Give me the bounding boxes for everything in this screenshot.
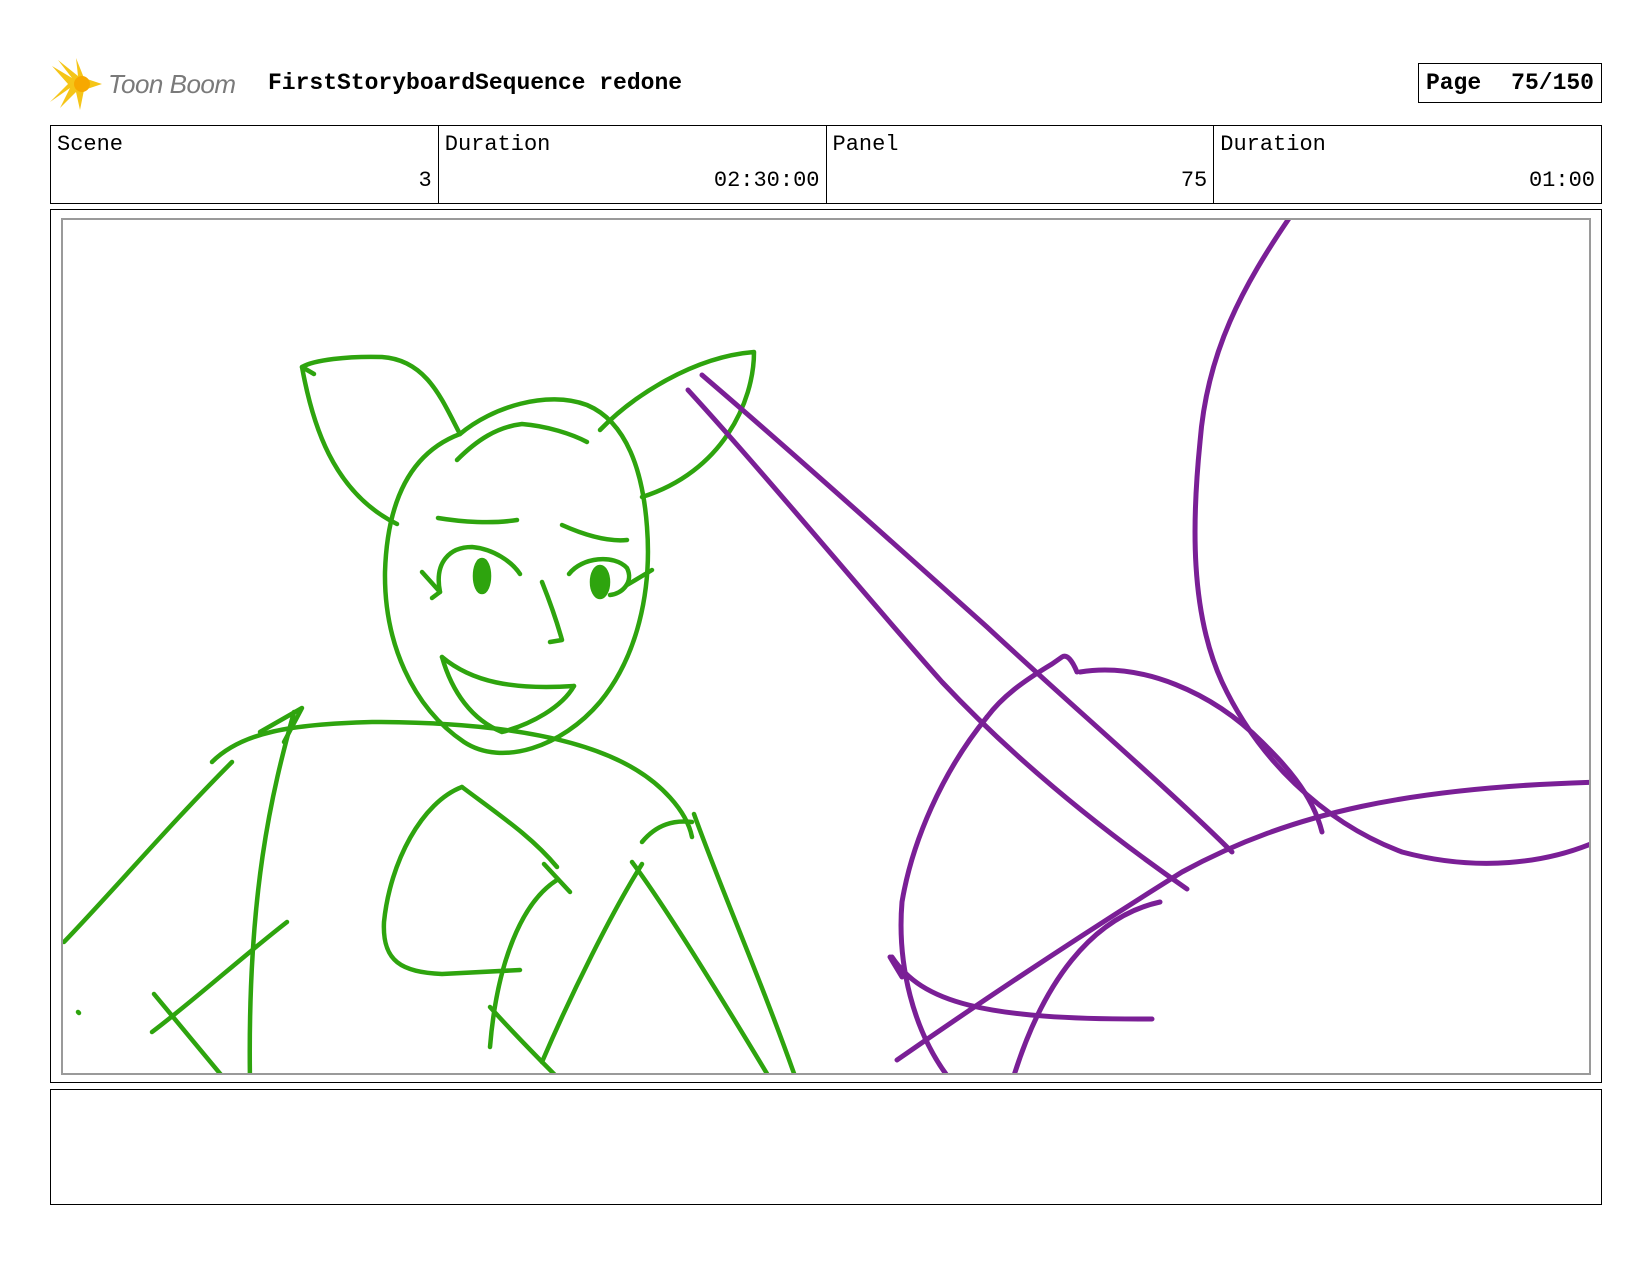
- page-header: Toon Boom FirstStoryboardSequence redone…: [50, 56, 1602, 112]
- panel-info-table: Scene 3 Duration 02:30:00 Panel 75 Durat…: [50, 125, 1602, 204]
- scene-duration-value: 02:30:00: [713, 168, 820, 193]
- purple-creature-sketch: [685, 220, 1589, 1073]
- toon-boom-logo: Toon Boom: [50, 56, 236, 112]
- scene-duration-cell: Duration 02:30:00: [439, 126, 827, 203]
- page-label: Page: [1425, 70, 1482, 96]
- panel-duration-cell: Duration 01:00: [1214, 126, 1601, 203]
- panel-value: 75: [1180, 168, 1208, 193]
- panel-duration-label: Duration: [1220, 132, 1326, 157]
- page-number: 75/150: [1511, 70, 1594, 96]
- logo-text: Toon Boom: [108, 68, 236, 99]
- starburst-logo-icon: [50, 58, 102, 110]
- panel-duration-value: 01:00: [1528, 168, 1595, 193]
- panel-notes-box: [50, 1089, 1602, 1205]
- panel-label: Panel: [832, 132, 899, 157]
- scene-cell: Scene 3: [51, 126, 439, 203]
- page-indicator: Page 75/150: [1417, 63, 1602, 103]
- sketch-drawing: [63, 220, 1589, 1073]
- scene-value: 3: [418, 168, 432, 193]
- scene-label: Scene: [57, 132, 124, 157]
- document-title: FirstStoryboardSequence redone: [268, 70, 683, 96]
- storyboard-panel-image: [61, 218, 1591, 1075]
- panel-cell: Panel 75: [827, 126, 1215, 203]
- green-character-sketch: [63, 349, 797, 1073]
- scene-duration-label: Duration: [444, 132, 551, 157]
